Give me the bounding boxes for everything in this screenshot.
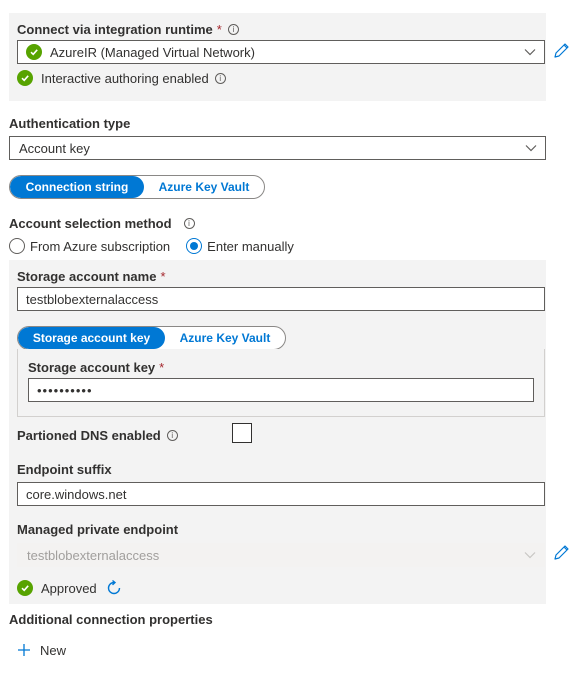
runtime-status-row: Interactive authoring enabled i (17, 69, 226, 87)
chevron-down-icon (517, 137, 545, 159)
info-icon[interactable]: i (227, 23, 239, 35)
new-property-button[interactable]: New (17, 641, 66, 659)
storage-account-key-tab[interactable]: Storage account key (18, 327, 165, 349)
storage-account-input[interactable]: testblobexternalaccess (17, 287, 545, 311)
connection-string-tab[interactable]: Connection string (10, 176, 144, 198)
new-label: New (40, 642, 67, 658)
storage-account-label: Storage account name (17, 268, 157, 284)
check-circle-icon (26, 44, 42, 60)
storage-account-label-row: Storage account name * (17, 267, 166, 285)
radio-from-subscription[interactable] (9, 238, 25, 254)
key-source-toggle: Storage account key Azure Key Vault (17, 326, 286, 350)
endpoint-status-row: Approved (17, 578, 123, 598)
storage-key-label-row: Storage account key * (28, 358, 164, 376)
chevron-down-icon (516, 41, 544, 63)
radio-enter-manually[interactable] (186, 238, 203, 254)
endpoint-suffix-label: Endpoint suffix (17, 462, 112, 477)
runtime-label: Connect via integration runtime (17, 21, 213, 37)
azure-key-vault-tab[interactable]: Azure Key Vault (144, 176, 264, 198)
private-endpoint-value: testblobexternalaccess (27, 547, 160, 563)
storage-key-input[interactable]: •••••••••• (28, 378, 534, 402)
runtime-status-text: Interactive authoring enabled (41, 70, 209, 86)
runtime-dropdown[interactable]: AzureIR (Managed Virtual Network) (17, 40, 545, 64)
required-mark: * (160, 268, 166, 284)
info-icon[interactable]: i (183, 217, 195, 229)
info-icon[interactable]: i (166, 429, 178, 441)
auth-type-dropdown[interactable]: Account key (9, 136, 546, 160)
enter-manually-label: Enter manually (207, 238, 294, 254)
dns-checkbox[interactable] (232, 423, 252, 443)
edit-endpoint-pencil-icon[interactable] (552, 543, 570, 563)
account-selection-radio-group: From Azure subscription Enter manually (9, 237, 294, 255)
azure-key-vault-tab[interactable]: Azure Key Vault (165, 327, 285, 349)
auth-type-selected-value: Account key (19, 140, 90, 156)
dns-label: Partioned DNS enabled (17, 427, 161, 443)
info-icon[interactable]: i (214, 72, 226, 84)
check-circle-icon (17, 70, 33, 86)
endpoint-status-text: Approved (41, 580, 97, 596)
account-selection-label: Account selection method (9, 215, 172, 231)
account-selection-label-row: Account selection method i (9, 214, 195, 232)
refresh-icon[interactable] (105, 579, 123, 597)
connection-method-toggle: Connection string Azure Key Vault (9, 175, 265, 199)
plus-icon (17, 643, 31, 657)
private-endpoint-label: Managed private endpoint (17, 522, 179, 537)
dns-label-row: Partioned DNS enabled i (17, 426, 178, 444)
runtime-label-row: Connect via integration runtime * i (17, 20, 239, 38)
private-endpoint-dropdown[interactable]: testblobexternalaccess (17, 543, 545, 567)
runtime-selected-value: AzureIR (Managed Virtual Network) (50, 44, 255, 60)
from-subscription-label: From Azure subscription (30, 238, 171, 254)
chevron-down-icon (516, 544, 544, 566)
required-mark: * (159, 359, 165, 375)
check-circle-icon (17, 580, 33, 596)
edit-runtime-pencil-icon[interactable] (552, 41, 570, 61)
auth-type-label: Authentication type (9, 116, 131, 131)
endpoint-suffix-input[interactable]: core.windows.net (17, 482, 545, 506)
required-mark: * (216, 21, 222, 37)
storage-key-label: Storage account key (28, 359, 156, 375)
additional-properties-label: Additional connection properties (9, 612, 213, 627)
